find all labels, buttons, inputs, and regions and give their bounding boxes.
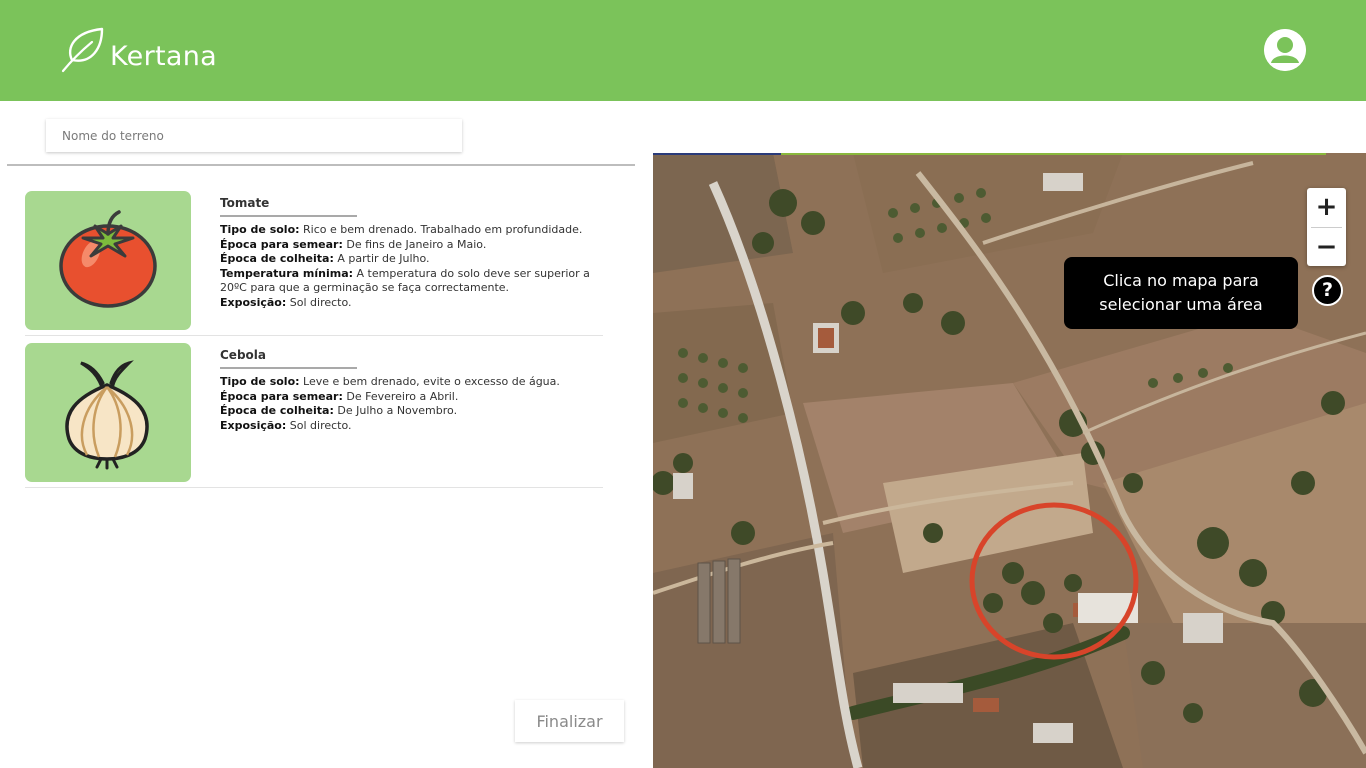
crop-harvest: Época de colheita: De Julho a Novembro.: [220, 404, 458, 417]
crop-soil: Tipo de solo: Rico e bem drenado. Trabal…: [220, 223, 583, 236]
crop-info: Tomate Tipo de solo: Rico e bem drenado.…: [220, 196, 600, 310]
onion-icon: [53, 351, 163, 475]
app-header: Kertana: [0, 0, 1366, 101]
crop-info: Cebola Tipo de solo: Leve e bem drenado,…: [220, 348, 600, 433]
crop-image: [25, 191, 191, 330]
crop-sowing: Época para semear: De Fevereiro a Abril.: [220, 389, 459, 403]
crop-title: Cebola: [220, 348, 357, 369]
crop-item-cebola[interactable]: Cebola Tipo de solo: Leve e bem drenado,…: [25, 343, 603, 488]
crop-exposure: Exposição: Sol directo.: [220, 295, 352, 309]
tomato-icon: [53, 204, 163, 318]
help-button[interactable]: ?: [1312, 275, 1343, 306]
user-avatar-button[interactable]: [1264, 29, 1306, 71]
leaf-icon: [58, 26, 106, 74]
user-icon: [1264, 29, 1306, 71]
crop-image: [25, 343, 191, 482]
crop-harvest: Época de colheita: A partir de Julho.: [220, 252, 430, 265]
crop-item-tomate[interactable]: Tomate Tipo de solo: Rico e bem drenado.…: [25, 191, 603, 336]
crop-exposure: Exposição: Sol directo.: [220, 418, 352, 432]
divider: [7, 164, 635, 166]
satellite-map[interactable]: + − Clica no mapa para selecionar uma ár…: [653, 153, 1366, 768]
crop-title: Tomate: [220, 196, 357, 217]
crop-min-temperature: Temperatura mínima: A temperatura do sol…: [220, 266, 590, 295]
zoom-control: + −: [1307, 188, 1346, 266]
tooltip-text: Clica no mapa para selecionar uma área: [1099, 271, 1263, 314]
finish-button[interactable]: Finalizar: [515, 700, 624, 742]
crop-sowing: Época para semear: De fins de Janeiro a …: [220, 237, 487, 251]
app-name: Kertana: [110, 40, 217, 72]
map-help-tooltip: Clica no mapa para selecionar uma área: [1064, 257, 1298, 329]
map-imagery: [653, 153, 1366, 768]
land-name-input[interactable]: [46, 119, 462, 152]
logo[interactable]: Kertana: [58, 26, 217, 74]
zoom-in-button[interactable]: +: [1307, 188, 1346, 227]
zoom-out-button[interactable]: −: [1307, 228, 1346, 267]
crop-soil: Tipo de solo: Leve e bem drenado, evite …: [220, 375, 560, 388]
